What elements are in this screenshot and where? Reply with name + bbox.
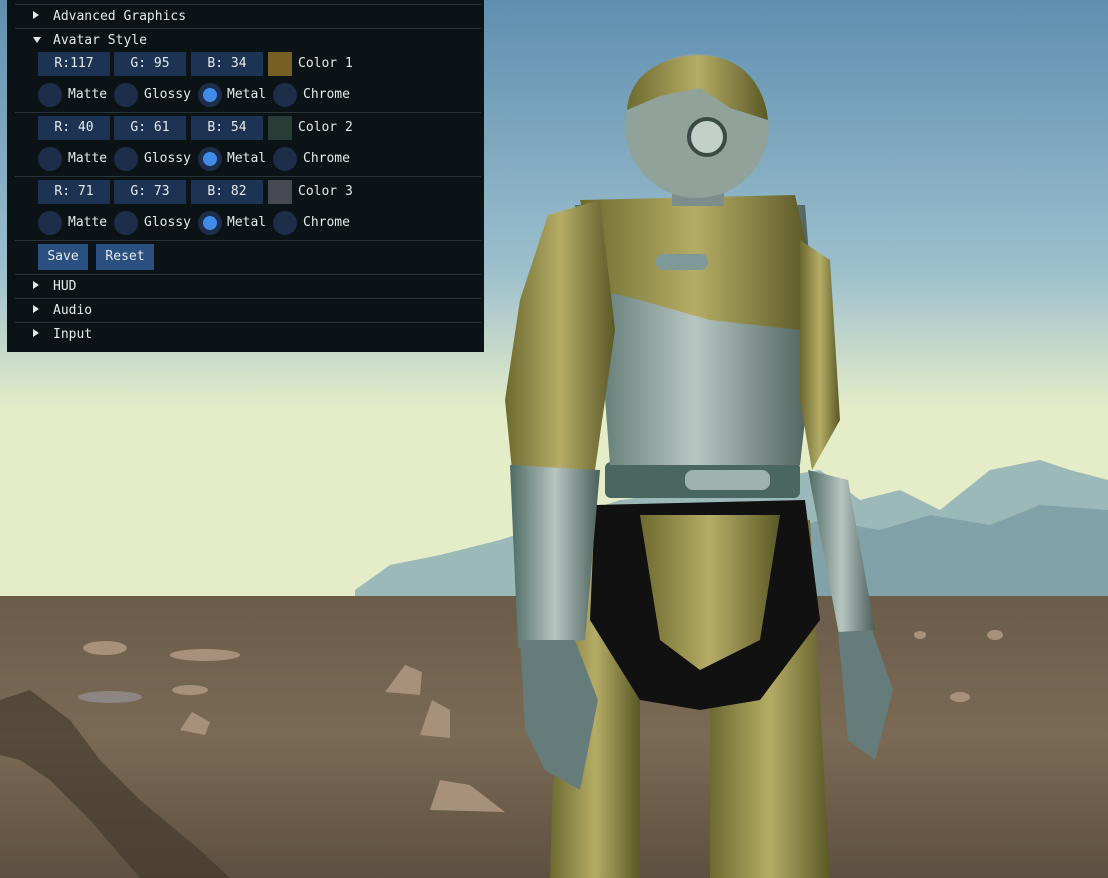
divider [15, 240, 481, 241]
radio-label: Matte [68, 151, 108, 166]
color2-chrome-radio[interactable] [273, 147, 297, 171]
radio-label: Metal [227, 215, 267, 230]
collapsed-arrow-icon [33, 11, 39, 19]
section-label: Advanced Graphics [53, 9, 187, 24]
color2-label: Color 2 [298, 120, 353, 135]
color3-g-input[interactable]: G: 73 [114, 180, 186, 204]
color1-matte-radio[interactable] [38, 83, 62, 107]
color2-swatch[interactable] [268, 116, 292, 140]
section-label: Input [53, 327, 93, 342]
color1-g-input[interactable]: G: 95 [114, 52, 186, 76]
color1-label: Color 1 [298, 56, 353, 71]
collapsed-arrow-icon [33, 329, 39, 337]
collapsed-arrow-icon [33, 281, 39, 289]
section-label: Audio [53, 303, 93, 318]
color1-b-input[interactable]: B: 34 [191, 52, 263, 76]
radio-label: Glossy [144, 151, 191, 166]
color3-swatch[interactable] [268, 180, 292, 204]
radio-label: Chrome [303, 151, 350, 166]
section-audio[interactable]: Audio [15, 298, 481, 323]
color3-glossy-radio[interactable] [114, 211, 138, 235]
color2-metal-radio[interactable] [198, 147, 222, 171]
color1-metal-radio[interactable] [198, 83, 222, 107]
color2-b-input[interactable]: B: 54 [191, 116, 263, 140]
color2-g-input[interactable]: G: 61 [114, 116, 186, 140]
color2-r-input[interactable]: R: 40 [38, 116, 110, 140]
color3-chrome-radio[interactable] [273, 211, 297, 235]
color3-matte-radio[interactable] [38, 211, 62, 235]
settings-panel: Advanced Graphics Avatar Style R:117 G: … [7, 0, 484, 352]
divider [15, 112, 481, 113]
color2-matte-radio[interactable] [38, 147, 62, 171]
color3-b-input[interactable]: B: 82 [191, 180, 263, 204]
radio-label: Chrome [303, 87, 350, 102]
color3-r-input[interactable]: R: 71 [38, 180, 110, 204]
color1-glossy-radio[interactable] [114, 83, 138, 107]
expanded-arrow-icon [33, 37, 41, 43]
color1-chrome-radio[interactable] [273, 83, 297, 107]
section-advanced-graphics[interactable]: Advanced Graphics [15, 4, 481, 29]
color1-swatch[interactable] [268, 52, 292, 76]
color1-r-input[interactable]: R:117 [38, 52, 110, 76]
radio-label: Matte [68, 215, 108, 230]
radio-label: Glossy [144, 215, 191, 230]
reset-button[interactable]: Reset [96, 244, 154, 270]
radio-label: Metal [227, 151, 267, 166]
section-avatar-style[interactable]: Avatar Style [15, 28, 481, 53]
save-button[interactable]: Save [38, 244, 88, 270]
collapsed-arrow-icon [33, 305, 39, 313]
color3-metal-radio[interactable] [198, 211, 222, 235]
section-label: HUD [53, 279, 77, 294]
section-input[interactable]: Input [15, 322, 481, 347]
color2-glossy-radio[interactable] [114, 147, 138, 171]
section-label: Avatar Style [53, 33, 147, 48]
color3-label: Color 3 [298, 184, 353, 199]
radio-label: Metal [227, 87, 267, 102]
radio-label: Matte [68, 87, 108, 102]
radio-label: Glossy [144, 87, 191, 102]
divider [15, 176, 481, 177]
radio-label: Chrome [303, 215, 350, 230]
section-hud[interactable]: HUD [15, 274, 481, 299]
